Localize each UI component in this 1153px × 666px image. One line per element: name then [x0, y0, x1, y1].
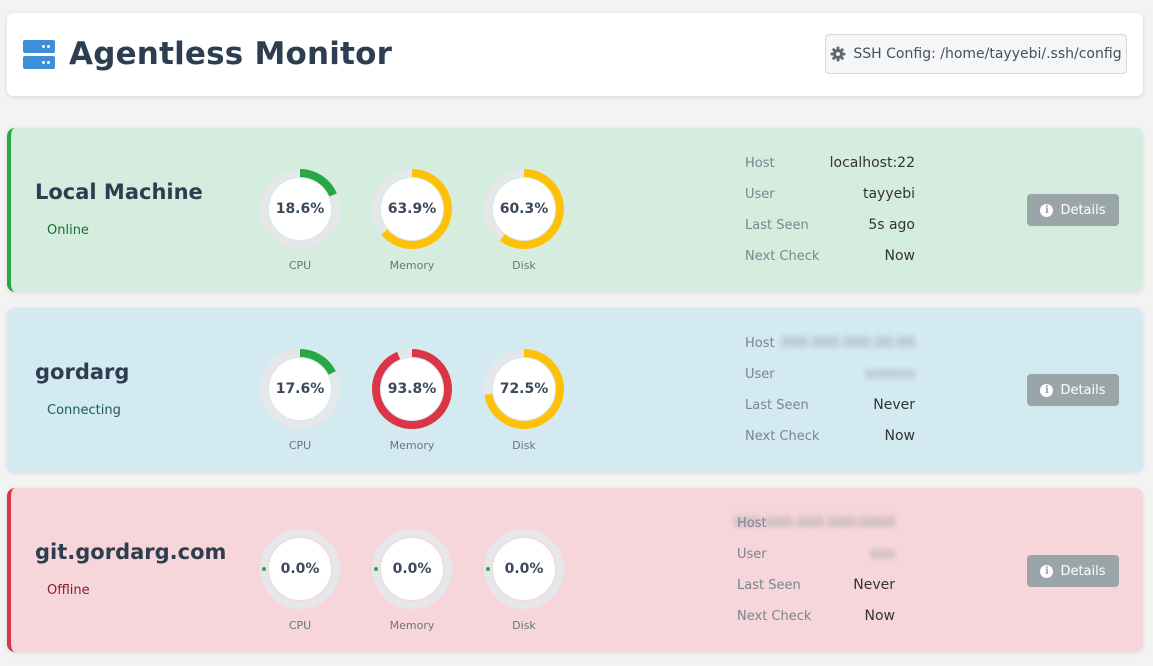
- info-row-next-check: Next Check Now: [737, 608, 896, 640]
- info-value-redacted: xxxxxx: [865, 366, 915, 382]
- machine-name: gordarg: [35, 360, 130, 384]
- cpu-label: CPU: [288, 259, 312, 272]
- info-key: Last Seen: [737, 578, 801, 593]
- info-icon: i: [1040, 564, 1054, 578]
- info-row-host: Host localhost:22: [745, 155, 915, 187]
- info-key: Next Check: [745, 429, 820, 444]
- memory-value: 0.0%: [392, 561, 432, 577]
- memory-value: 93.8%: [387, 381, 437, 397]
- cpu-value: 0.0%: [280, 561, 320, 577]
- machine-name: git.gordarg.com: [35, 540, 227, 564]
- info-value: Now: [884, 428, 916, 444]
- info-value: Now: [864, 608, 896, 624]
- memory-gauge: 93.8% Memory: [371, 348, 453, 452]
- details-label: Details: [1060, 202, 1106, 218]
- info-row-next-check: Next Check Now: [745, 428, 916, 460]
- machine-card: git.gordarg.com Offline 0.0% CPU 0.0% Me…: [7, 488, 1143, 652]
- cpu-value: 18.6%: [275, 201, 325, 217]
- info-value-redacted: 000.000.000.000:0000: [734, 515, 895, 531]
- info-value-redacted: 000.000.000.00:00: [781, 335, 915, 351]
- info-row-last-seen: Last Seen 5s ago: [745, 217, 915, 249]
- info-key: Last Seen: [745, 398, 809, 413]
- cpu-value: 17.6%: [275, 381, 325, 397]
- status-badge: Connecting: [47, 403, 121, 418]
- memory-label: Memory: [389, 259, 435, 272]
- info-row-host: Host 000.000.000.000:0000: [734, 515, 895, 547]
- machine-info: Host 000.000.000.000:0000 User xxx Last …: [734, 515, 896, 640]
- details-button[interactable]: i Details: [1027, 555, 1119, 587]
- gear-icon: [831, 46, 846, 62]
- machine-info: Host 000.000.000.00:00 User xxxxxx Last …: [745, 335, 916, 460]
- info-row-last-seen: Last Seen Never: [737, 577, 895, 609]
- disk-value: 0.0%: [504, 561, 544, 577]
- disk-value: 60.3%: [499, 201, 549, 217]
- info-value: Now: [884, 248, 916, 264]
- info-row-user: User xxx: [737, 546, 895, 578]
- disk-label: Disk: [512, 259, 536, 272]
- disk-gauge: 60.3% Disk: [483, 168, 565, 272]
- info-row-host: Host 000.000.000.00:00: [745, 335, 915, 367]
- info-value-redacted: xxx: [870, 546, 895, 562]
- memory-label: Memory: [389, 439, 435, 452]
- info-value: Never: [873, 397, 915, 413]
- info-icon: i: [1040, 383, 1054, 397]
- app-title: Agentless Monitor: [69, 36, 393, 72]
- info-key: User: [745, 187, 775, 202]
- info-key: User: [737, 547, 767, 562]
- machine-info: Host localhost:22 User tayyebi Last Seen…: [745, 155, 916, 280]
- memory-gauge: 0.0% Memory: [371, 528, 453, 632]
- ssh-config-label: SSH Config: /home/tayyebi/.ssh/config: [853, 46, 1122, 62]
- cpu-label: CPU: [288, 439, 312, 452]
- details-button[interactable]: i Details: [1027, 374, 1119, 406]
- info-row-user: User xxxxxx: [745, 366, 915, 398]
- info-value: Never: [853, 577, 895, 593]
- info-key: Next Check: [745, 249, 820, 264]
- memory-value: 63.9%: [387, 201, 437, 217]
- info-icon: i: [1040, 203, 1054, 217]
- info-value: localhost:22: [829, 155, 915, 171]
- cpu-gauge: 18.6% CPU: [259, 168, 341, 272]
- details-label: Details: [1060, 563, 1106, 579]
- info-row-next-check: Next Check Now: [745, 248, 916, 280]
- machine-card: gordarg Connecting 17.6% CPU 93.8% Memor…: [7, 308, 1143, 472]
- details-button[interactable]: i Details: [1027, 194, 1119, 226]
- info-key: User: [745, 367, 775, 382]
- info-key: Last Seen: [745, 218, 809, 233]
- info-row-user: User tayyebi: [745, 186, 915, 218]
- cpu-gauge: 17.6% CPU: [259, 348, 341, 452]
- machine-name: Local Machine: [35, 180, 203, 204]
- disk-value: 72.5%: [499, 381, 549, 397]
- info-key: Host: [745, 156, 775, 171]
- memory-gauge: 63.9% Memory: [371, 168, 453, 272]
- cpu-gauge: 0.0% CPU: [259, 528, 341, 632]
- info-key: Host: [745, 336, 775, 351]
- disk-gauge: 0.0% Disk: [483, 528, 565, 632]
- details-label: Details: [1060, 382, 1106, 398]
- status-badge: Online: [47, 223, 89, 238]
- server-icon: [23, 40, 55, 70]
- machine-card: Local Machine Online 18.6% CPU 63.9% Mem…: [7, 128, 1143, 292]
- app-header: Agentless Monitor SSH Config: /home/tayy…: [7, 13, 1143, 96]
- status-badge: Offline: [47, 583, 90, 598]
- info-value: 5s ago: [868, 217, 915, 233]
- disk-label: Disk: [512, 619, 536, 632]
- disk-label: Disk: [512, 439, 536, 452]
- memory-label: Memory: [389, 619, 435, 632]
- disk-gauge: 72.5% Disk: [483, 348, 565, 452]
- ssh-config-button[interactable]: SSH Config: /home/tayyebi/.ssh/config: [825, 34, 1127, 74]
- info-key: Next Check: [737, 609, 812, 624]
- cpu-label: CPU: [288, 619, 312, 632]
- info-row-last-seen: Last Seen Never: [745, 397, 915, 429]
- info-value: tayyebi: [862, 186, 915, 202]
